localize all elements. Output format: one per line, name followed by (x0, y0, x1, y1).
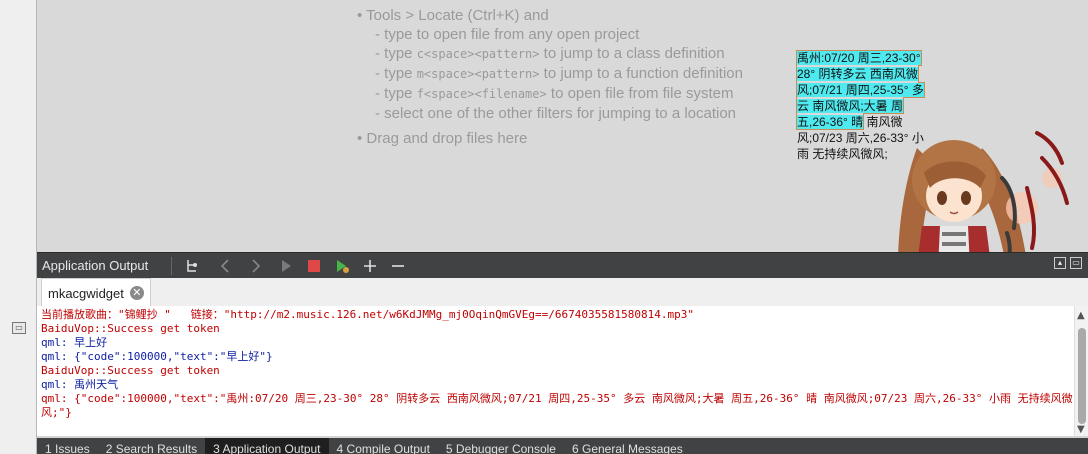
bottom-tab[interactable]: 4 Compile Output (329, 438, 438, 454)
output-line: 当前播放歌曲："锦鲤抄 " 链接："http://m2.music.126.ne… (41, 308, 694, 321)
tab-label: mkacgwidget (48, 285, 124, 301)
output-line: qml: {"code":100000,"text":"早上好"} (41, 350, 273, 363)
bottom-tab[interactable]: 2 Search Results (98, 438, 205, 454)
prev-icon[interactable] (217, 257, 235, 275)
editor-hints: • Tools > Locate (Ctrl+K) and - type to … (357, 6, 743, 148)
hint-drag-drop: • Drag and drop files here (357, 130, 528, 147)
output-line: BaiduVop::Success get token (41, 364, 220, 377)
hint-locate: • Tools > Locate (Ctrl+K) and (357, 7, 549, 24)
zoom-in-icon[interactable] (361, 257, 379, 275)
output-panel-toolbar: Application Output ▴ ▭ (37, 252, 1088, 279)
close-icon[interactable]: ✕ (129, 286, 144, 300)
bottom-tab[interactable]: 3 Application Output (205, 438, 329, 454)
bottom-tab[interactable]: 5 Debugger Console (438, 438, 564, 454)
hint-open-file: - type to open file from any open projec… (375, 26, 640, 43)
output-tabs-row: mkacgwidget ✕ (37, 278, 1088, 307)
bottom-tab[interactable]: 6 General Messages (564, 438, 691, 454)
run-icon[interactable] (277, 257, 295, 275)
attach-icon[interactable] (183, 257, 201, 275)
scroll-down-icon[interactable]: ▼ (1077, 424, 1085, 435)
output-log: 当前播放歌曲："锦鲤抄 " 链接："http://m2.music.126.ne… (37, 306, 1074, 420)
output-line: BaiduVop::Success get token (41, 322, 220, 335)
panel-restore-icon[interactable]: ▴ (1054, 257, 1066, 269)
stop-icon[interactable] (305, 257, 323, 275)
next-icon[interactable] (247, 257, 265, 275)
output-scrollbar[interactable]: ▲ ▼ (1074, 306, 1088, 436)
hint-file: - type f<space><filename> to open file f… (375, 85, 734, 102)
collapse-panel-icon[interactable]: ▭ (12, 322, 26, 334)
hint-class: - type c<space><pattern> to jump to a cl… (375, 45, 725, 62)
hint-filters: - select one of the other filters for ju… (375, 105, 737, 122)
bottom-tab[interactable]: 1 Issues (37, 438, 98, 454)
zoom-out-icon[interactable] (389, 257, 407, 275)
panel-close-icon[interactable]: ▭ (1070, 257, 1082, 269)
hint-function: - type m<space><pattern> to jump to a fu… (375, 65, 743, 82)
output-line: qml: {"code":100000,"text":"禹州:07/20 周三,… (41, 392, 1073, 419)
tab-mkacgwidget[interactable]: mkacgwidget ✕ (41, 278, 151, 307)
debug-run-icon[interactable] (333, 257, 351, 275)
bottom-output-panes-bar: 1 Issues 2 Search Results 3 Application Ou… (37, 438, 1088, 454)
scroll-up-icon[interactable]: ▲ (1077, 310, 1085, 321)
scrollbar-thumb[interactable] (1078, 328, 1086, 424)
panel-title: Application Output (42, 258, 149, 273)
application-output-text[interactable]: 当前播放歌曲："锦鲤抄 " 链接："http://m2.music.126.ne… (37, 306, 1074, 436)
left-sidebar-strip: ▭ (0, 0, 37, 454)
output-line: qml: 早上好 (41, 336, 108, 349)
output-line: qml: 禹州天气 (41, 378, 119, 391)
toolbar-divider (171, 257, 172, 275)
